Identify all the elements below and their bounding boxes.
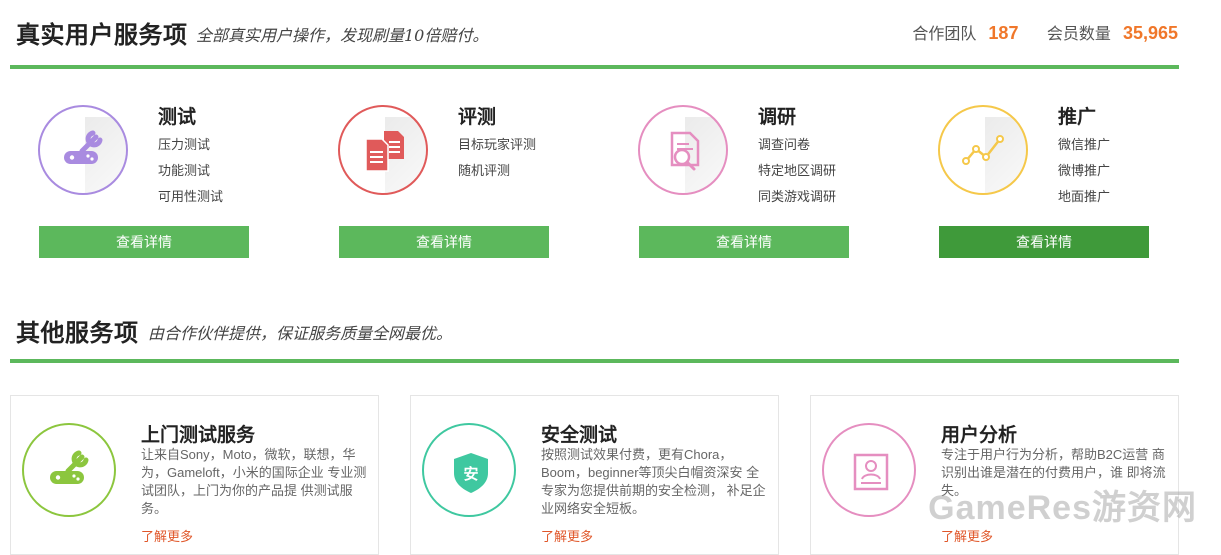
member-label: 会员数量 [1046,26,1111,43]
view-details-button[interactable]: 查看详情 [939,226,1149,258]
header-divider [10,65,1179,69]
documents-icon [365,131,404,172]
service-item: 随机评测 [458,163,511,178]
card-security-testing: 安 安全测试 按照测试效果付费，更有Chora，Boom，beginner等顶尖… [410,395,779,555]
service-items: 目标玩家评测 随机评测 [458,132,536,184]
view-details-button[interactable]: 查看详情 [39,226,249,258]
page-title: 真实用户服务项 [16,22,188,49]
service-item: 调查问卷 [758,137,811,152]
card-title: 安全测试 [541,425,618,446]
service-item: 特定地区调研 [758,163,837,178]
service-icon-ring [338,105,428,195]
service-name: 推广 [1058,107,1097,128]
service-item: 功能测试 [158,163,211,178]
service-item: 压力测试 [158,137,211,152]
page-subtitle: 全部真实用户操作，发现刷量10倍赔付。 [196,26,489,45]
service-icon-ring [638,105,728,195]
service-items: 微信推广 微博推广 地面推广 [1058,132,1110,210]
watermark: GameRes游资网 [928,489,1197,527]
stats-bar: 合作团队 187 会员数量 35,965 [912,20,1178,44]
team-count: 187 [988,23,1019,43]
gamepad-wrench-icon [64,130,103,164]
document-search-icon [670,131,700,171]
card-title: 用户分析 [941,425,1018,446]
service-item: 可用性测试 [158,189,224,204]
service-item: 同类游戏调研 [758,189,837,204]
other-subtitle: 由合作伙伴提供，保证服务质量全网最优。 [148,324,453,343]
shield-icon: 安 [454,453,488,493]
card-title: 上门测试服务 [141,425,256,446]
shield-text: 安 [463,465,478,483]
service-item: 地面推广 [1058,189,1111,204]
service-items: 调查问卷 特定地区调研 同类游戏调研 [758,132,836,210]
team-label: 合作团队 [912,26,977,43]
service-item: 目标玩家评测 [458,137,537,152]
service-name: 评测 [458,107,497,128]
card-icon-ring: 安 [422,423,516,517]
service-icon-ring [38,105,128,195]
service-item: 微信推广 [1058,137,1111,152]
other-title: 其他服务项 [16,320,139,347]
trend-line-icon [962,135,1004,165]
service-research: 调研 调查问卷 特定地区调研 同类游戏调研 查看详情 [610,100,910,265]
other-divider [10,359,1179,363]
card-description: 按照测试效果付费，更有Chora，Boom，beginner等顶尖白帽资深安 全… [541,447,766,516]
service-items: 压力测试 功能测试 可用性测试 [158,132,223,210]
service-name: 测试 [158,107,197,128]
view-details-button[interactable]: 查看详情 [639,226,849,258]
service-icon-ring [938,105,1028,195]
card-onsite-testing: 上门测试服务 让来自Sony，Moto，微软，联想，华为，Gameloft，小米… [10,395,379,555]
card-user-analysis: 用户分析 专注于用户行为分析，帮助B2C运营 商识别出谁是潜在的付费用户，谁 即… [810,395,1179,555]
learn-more-link[interactable]: 了解更多 [141,526,193,545]
member-count: 35,965 [1122,23,1178,43]
learn-more-link[interactable]: 了解更多 [541,526,593,545]
service-promotion: 推广 微信推广 微博推广 地面推广 查看详情 [910,100,1210,265]
gamepad-wrench-icon [50,450,89,484]
service-item: 微博推广 [1058,163,1111,178]
profile-card-icon [853,453,889,491]
card-icon-ring [22,423,116,517]
service-review: 评测 目标玩家评测 随机评测 查看详情 [310,100,610,265]
service-name: 调研 [758,107,797,128]
service-test: 测试 压力测试 功能测试 可用性测试 查看详情 [10,100,310,265]
card-description: 让来自Sony，Moto，微软，联想，华为，Gameloft，小米的国际企业 专… [141,447,367,516]
view-details-button[interactable]: 查看详情 [339,226,549,258]
card-icon-ring [822,423,916,517]
